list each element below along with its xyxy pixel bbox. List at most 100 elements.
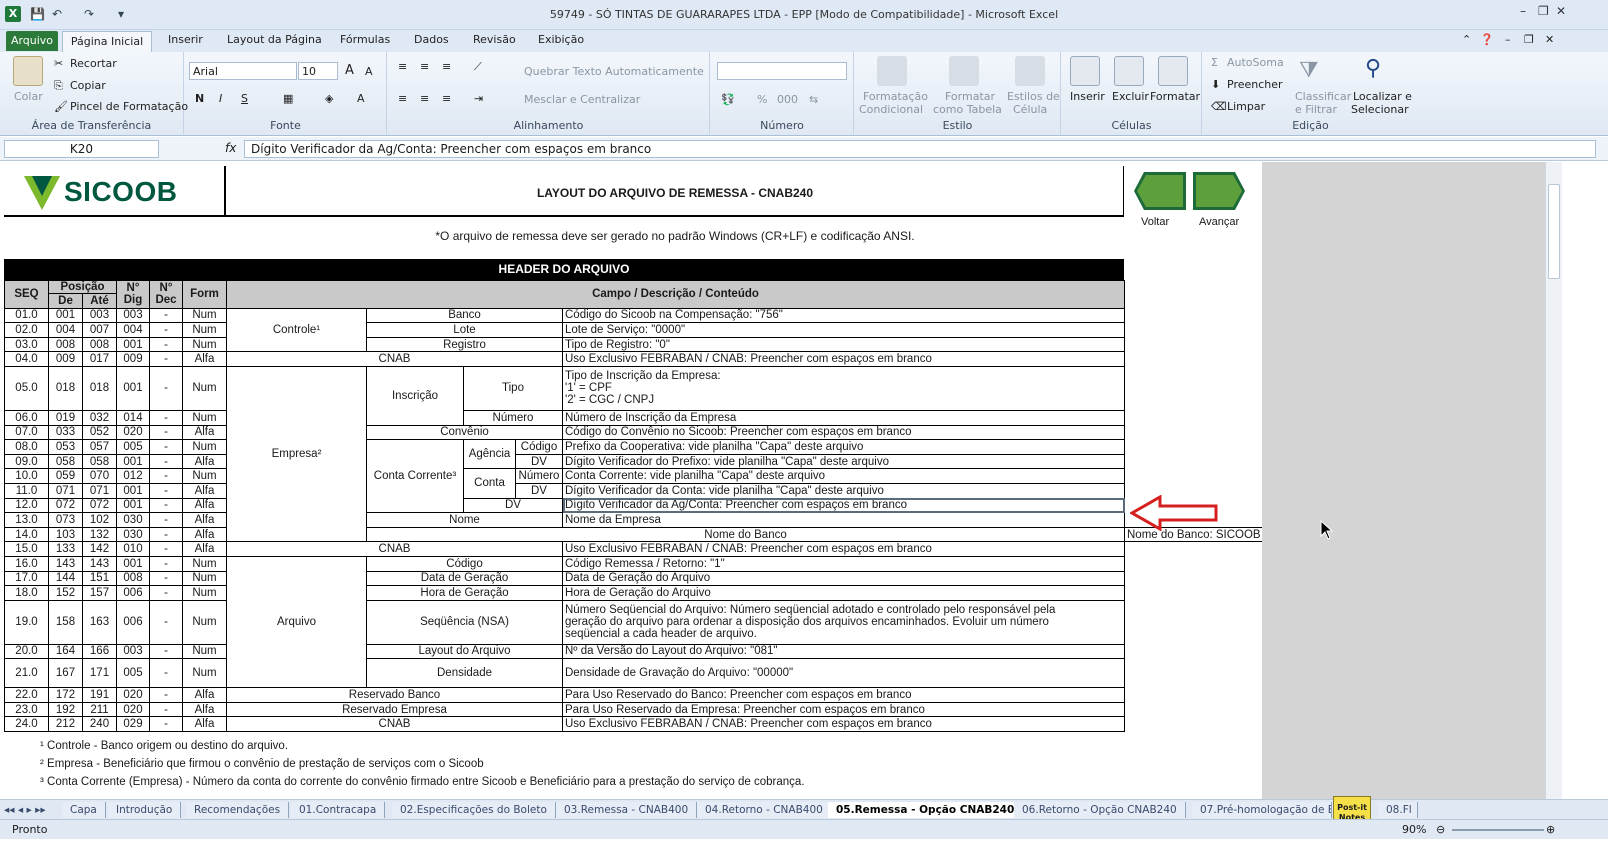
cell-ate[interactable]: 018: [82, 365, 117, 411]
tab-dados[interactable]: Dados: [414, 33, 449, 46]
sheet-tab-especificacoes[interactable]: 02.Especificações do Boleto: [392, 802, 556, 818]
cell-de[interactable]: 053: [48, 439, 83, 455]
cell-ate[interactable]: 157: [82, 585, 117, 601]
cell-ate[interactable]: 071: [82, 482, 117, 499]
align-middle-icon[interactable]: ≡: [420, 60, 429, 73]
cell-field[interactable]: Reservado Empresa: [226, 701, 563, 718]
cell-ate[interactable]: 166: [82, 643, 117, 660]
percent-button[interactable]: %: [757, 93, 767, 106]
cell-dec[interactable]: -: [149, 365, 183, 411]
cell-seq[interactable]: 23.0: [4, 701, 49, 718]
cell-field[interactable]: Nome: [366, 512, 563, 528]
cell-form[interactable]: Num: [182, 409, 227, 426]
cell-styles-icon[interactable]: [1015, 56, 1045, 86]
sheet-tab-introducao[interactable]: Introdução: [108, 802, 182, 818]
cell-dig[interactable]: 020: [116, 701, 150, 718]
cell-de[interactable]: 018: [48, 365, 83, 411]
back-button[interactable]: Voltar: [1141, 216, 1169, 228]
shrink-font-icon[interactable]: A: [365, 65, 373, 78]
align-center-icon[interactable]: ≡: [420, 92, 429, 105]
cell-ate[interactable]: 003: [82, 307, 117, 324]
cell-dig[interactable]: 006: [116, 599, 150, 645]
cut-button[interactable]: Recortar: [70, 57, 117, 70]
cell-dec[interactable]: -: [149, 526, 183, 543]
cell-seq[interactable]: 15.0: [4, 541, 49, 557]
cell-form[interactable]: Alfa: [182, 482, 227, 499]
zoom-in-icon[interactable]: ⊕: [1546, 823, 1555, 836]
cell-dec[interactable]: -: [149, 322, 183, 338]
cell-dig[interactable]: 010: [116, 541, 150, 557]
cell-dig[interactable]: 012: [116, 468, 150, 484]
borders-icon[interactable]: ▦: [283, 92, 293, 105]
cell-dig[interactable]: 020: [116, 687, 150, 703]
cell-dig[interactable]: 001: [116, 453, 150, 470]
zoom-out-icon[interactable]: ⊖: [1436, 823, 1445, 836]
cell-de[interactable]: 144: [48, 570, 83, 587]
cell-dig[interactable]: 005: [116, 658, 150, 689]
cell-dec[interactable]: -: [149, 643, 183, 660]
underline-button[interactable]: S: [241, 92, 248, 105]
close-icon[interactable]: ✕: [1556, 4, 1566, 18]
cell-de[interactable]: 001: [48, 307, 83, 324]
cell-dig[interactable]: 014: [116, 409, 150, 426]
cell-dec[interactable]: -: [149, 599, 183, 645]
cell-dig[interactable]: 030: [116, 512, 150, 528]
cell-dec[interactable]: -: [149, 658, 183, 689]
vertical-scrollbar[interactable]: [1545, 162, 1562, 799]
cell-field[interactable]: CNAB: [226, 351, 563, 367]
cell-form[interactable]: Alfa: [182, 512, 227, 528]
grow-font-icon[interactable]: A: [345, 63, 354, 78]
cell-dig[interactable]: 001: [116, 365, 150, 411]
fx-icon[interactable]: fx: [225, 141, 236, 155]
cell-seq[interactable]: 19.0: [4, 599, 49, 645]
cell-field[interactable]: Layout do Arquivo: [366, 643, 563, 660]
fill-button[interactable]: Preencher: [1227, 78, 1283, 91]
cell-form[interactable]: Alfa: [182, 526, 227, 543]
tab-formulas[interactable]: Fórmulas: [340, 33, 390, 46]
wrap-text-button[interactable]: Quebrar Texto Automaticamente: [524, 65, 704, 78]
insert-cells-icon[interactable]: [1070, 56, 1100, 86]
cell-form[interactable]: Num: [182, 643, 227, 660]
cell-dig[interactable]: 003: [116, 643, 150, 660]
cell-form[interactable]: Alfa: [182, 424, 227, 441]
cell-form[interactable]: Alfa: [182, 541, 227, 557]
cell-ate[interactable]: 052: [82, 424, 117, 441]
tab-arquivo[interactable]: Arquivo: [6, 31, 58, 51]
cell-dec[interactable]: -: [149, 307, 183, 324]
sheet-tab-pre-homologacao[interactable]: 07.Pré-homologação de Bol: [1192, 802, 1332, 818]
format-cells-button[interactable]: Formatar: [1150, 90, 1200, 103]
conditional-format-icon[interactable]: [877, 56, 907, 86]
cell-de[interactable]: 143: [48, 555, 83, 572]
cell-field[interactable]: Código: [366, 555, 563, 572]
cell-de[interactable]: 033: [48, 424, 83, 441]
italic-button[interactable]: I: [219, 92, 222, 105]
indent-icon[interactable]: ⇥: [474, 92, 483, 105]
cell-de[interactable]: 008: [48, 336, 83, 353]
group-inscricao[interactable]: Inscrição: [366, 365, 464, 426]
align-bottom-icon[interactable]: ≡: [442, 60, 451, 73]
cell-field[interactable]: Banco: [366, 307, 563, 324]
cell-desc[interactable]: Código Remessa / Retorno: "1": [562, 555, 1125, 572]
cell-form[interactable]: Alfa: [182, 687, 227, 703]
cell-ate[interactable]: 007: [82, 322, 117, 338]
cell-de[interactable]: 004: [48, 322, 83, 338]
cell-ate[interactable]: 058: [82, 453, 117, 470]
cell-dec[interactable]: -: [149, 482, 183, 499]
cell-ate[interactable]: 151: [82, 570, 117, 587]
formula-input[interactable]: Dígito Verificador da Ag/Conta: Preenche…: [244, 140, 1596, 158]
back-arrow-icon[interactable]: [1134, 172, 1186, 210]
cell-seq[interactable]: 09.0: [4, 453, 49, 470]
align-right-icon[interactable]: ≡: [442, 92, 451, 105]
currency-icon[interactable]: 💱: [721, 93, 735, 106]
cell-desc[interactable]: Data de Geração do Arquivo: [562, 570, 1125, 587]
paste-icon[interactable]: [13, 56, 43, 86]
cell-field[interactable]: Número: [463, 409, 563, 426]
merge-center-button[interactable]: Mesclar e Centralizar: [524, 93, 640, 106]
cell-form[interactable]: Num: [182, 570, 227, 587]
worksheet[interactable]: SICOOB LAYOUT DO ARQUIVO DE REMESSA - CN…: [0, 162, 1545, 799]
cell-dig[interactable]: 029: [116, 716, 150, 733]
cell-de[interactable]: 058: [48, 453, 83, 470]
cell-ate[interactable]: 240: [82, 716, 117, 733]
cell-seq[interactable]: 22.0: [4, 687, 49, 703]
cell-ate[interactable]: 171: [82, 658, 117, 689]
